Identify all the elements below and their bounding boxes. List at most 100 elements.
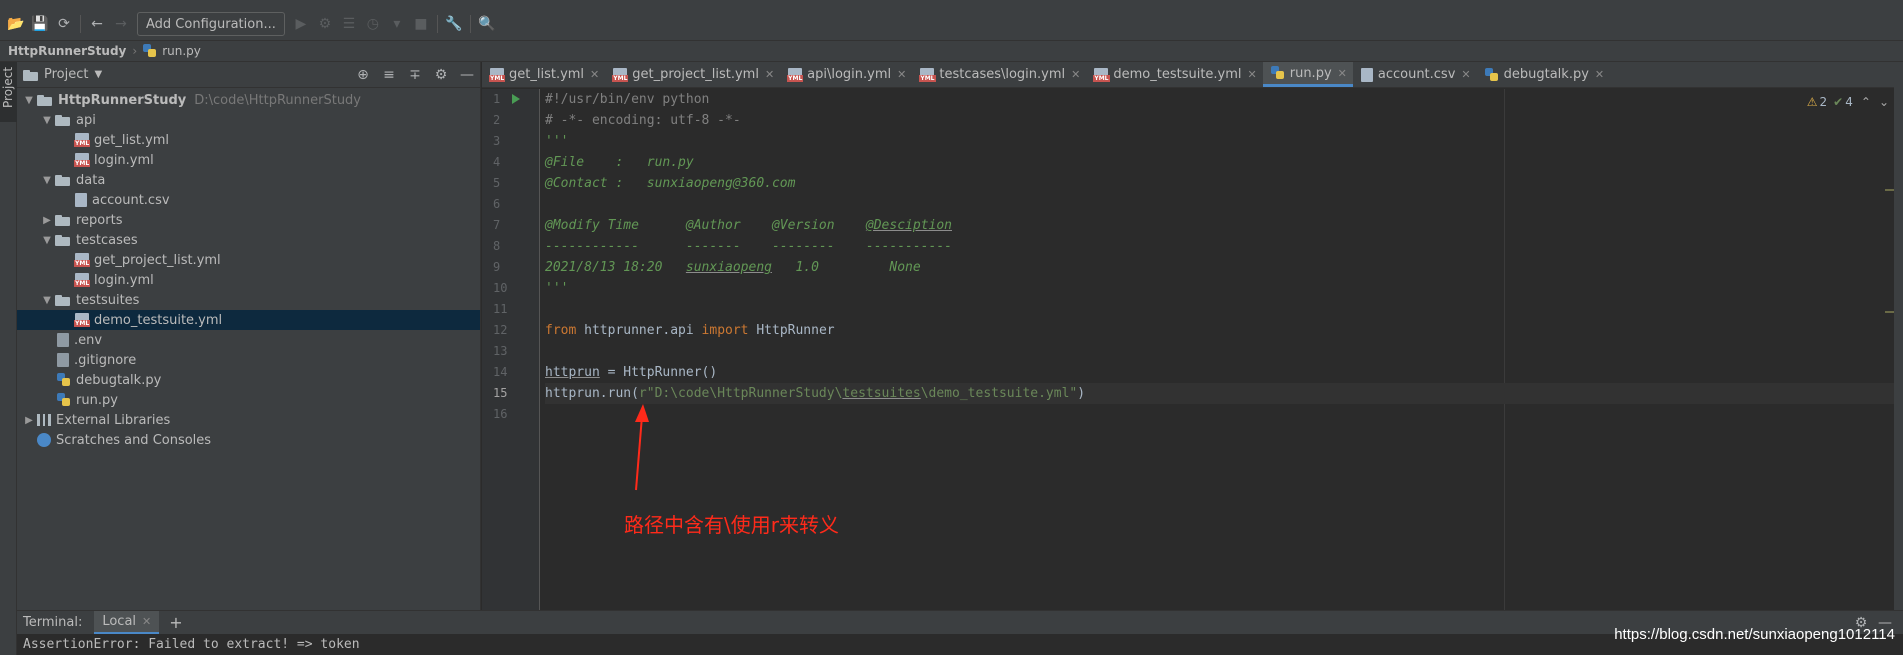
- tree-item-project-root[interactable]: ▼ HttpRunnerStudy D:\code\HttpRunnerStud…: [17, 90, 480, 110]
- yaml-file-icon: [74, 313, 91, 327]
- tree-item-folder[interactable]: ▼ api: [17, 110, 480, 130]
- line-number: 16: [493, 407, 508, 421]
- tree-item-file[interactable]: debugtalk.py: [17, 370, 480, 390]
- back-icon[interactable]: ←: [85, 12, 109, 36]
- tab-api-login-yml[interactable]: api\login.yml ✕: [780, 62, 912, 87]
- code-token: @Modify Time @Author @Version: [545, 218, 866, 233]
- collapse-all-icon[interactable]: ∓: [402, 63, 428, 87]
- open-folder-icon[interactable]: 📂: [4, 12, 28, 36]
- close-icon[interactable]: ✕: [897, 68, 906, 81]
- close-icon[interactable]: ✕: [590, 68, 599, 81]
- tab-testcases-login-yml[interactable]: testcases\login.yml ✕: [912, 62, 1086, 87]
- code-token: httprun.run(: [545, 386, 639, 401]
- debug-icon[interactable]: ⚙: [313, 12, 337, 36]
- close-icon[interactable]: ✕: [1595, 68, 1604, 81]
- more-run-options-icon[interactable]: ▾: [385, 12, 409, 36]
- tab-get-project-list-yml[interactable]: get_project_list.yml ✕: [605, 62, 780, 87]
- terminal-tab-local[interactable]: Local ✕: [94, 610, 160, 635]
- tree-item-label: testcases: [76, 232, 138, 248]
- sync-icon[interactable]: ⟳: [52, 12, 76, 36]
- code-line: ''': [545, 281, 569, 296]
- chevron-right-icon[interactable]: ▶: [21, 415, 37, 426]
- chevron-down-icon[interactable]: ▼: [39, 175, 55, 186]
- close-icon[interactable]: ✕: [1248, 68, 1257, 81]
- annotation-text: 路径中含有\使用r来转义: [624, 513, 839, 537]
- stop-icon[interactable]: ■: [409, 12, 433, 36]
- tab-run-py[interactable]: run.py ✕: [1262, 62, 1353, 87]
- close-icon[interactable]: ✕: [1338, 67, 1347, 80]
- tree-item-external-libraries[interactable]: ▶ External Libraries: [17, 410, 480, 430]
- tree-item-file[interactable]: .gitignore: [17, 350, 480, 370]
- tree-item-label: api: [76, 112, 96, 128]
- tree-item-folder[interactable]: ▼ testcases: [17, 230, 480, 250]
- profile-icon[interactable]: ◷: [361, 12, 385, 36]
- tree-item-file[interactable]: run.py: [17, 390, 480, 410]
- weak-warning-count: 4: [1845, 95, 1853, 109]
- tree-item-file-selected[interactable]: demo_testsuite.yml: [17, 310, 480, 330]
- close-icon[interactable]: ✕: [1071, 68, 1080, 81]
- project-tool-tab[interactable]: Project: [0, 62, 17, 122]
- tree-item-file[interactable]: login.yml: [17, 270, 480, 290]
- line-number: 9: [493, 260, 501, 274]
- line-number: 7: [493, 218, 501, 232]
- left-tool-strip: Project: [0, 62, 17, 655]
- gear-icon[interactable]: ⚙: [428, 63, 454, 87]
- tree-item-file[interactable]: get_project_list.yml: [17, 250, 480, 270]
- breadcrumb-file[interactable]: run.py: [162, 44, 201, 58]
- project-view-selector[interactable]: Project ▼: [23, 67, 102, 82]
- tree-item-label: testsuites: [76, 292, 140, 308]
- save-icon[interactable]: 💾: [28, 12, 52, 36]
- add-terminal-icon[interactable]: +: [169, 613, 182, 632]
- python-file-icon: [1270, 66, 1285, 80]
- folder-icon: [55, 214, 71, 226]
- search-icon[interactable]: 🔍: [475, 12, 499, 36]
- yaml-file-icon: [1093, 67, 1110, 82]
- tab-account-csv[interactable]: account.csv ✕: [1353, 62, 1477, 87]
- locate-file-icon[interactable]: ⊕: [350, 63, 376, 87]
- folder-icon: [55, 234, 71, 246]
- chevron-down-icon[interactable]: ▼: [21, 95, 37, 106]
- tree-item-folder[interactable]: ▼ testsuites: [17, 290, 480, 310]
- chevron-right-icon[interactable]: ▶: [39, 215, 55, 226]
- tree-item-folder[interactable]: ▼ data: [17, 170, 480, 190]
- tree-item-scratches[interactable]: Scratches and Consoles: [17, 430, 480, 450]
- breadcrumb-project[interactable]: HttpRunnerStudy: [8, 44, 126, 58]
- tab-get-list-yml[interactable]: get_list.yml ✕: [482, 62, 605, 87]
- chevron-up-icon[interactable]: ⌃: [1861, 95, 1871, 109]
- chevron-down-icon[interactable]: ▼: [39, 115, 55, 126]
- tree-item-file[interactable]: login.yml: [17, 150, 480, 170]
- settings-wrench-icon[interactable]: 🔧: [442, 12, 466, 36]
- code-line: 2021/8/13 18:20 sunxiaopeng 1.0 None: [545, 257, 1895, 278]
- text-file-icon: [57, 353, 69, 367]
- code-token: \demo_testsuite.yml": [920, 386, 1078, 401]
- run-gutter-icon[interactable]: [512, 94, 520, 104]
- run-icon[interactable]: ▶: [289, 12, 313, 36]
- close-icon[interactable]: ✕: [765, 68, 774, 81]
- tab-debugtalk-py[interactable]: debugtalk.py ✕: [1477, 62, 1611, 87]
- forward-icon[interactable]: →: [109, 12, 133, 36]
- expand-all-icon[interactable]: ≡: [376, 63, 402, 87]
- text-file-icon: [57, 333, 69, 347]
- toolbar-divider: [436, 15, 438, 33]
- chevron-down-icon[interactable]: ⌄: [1879, 95, 1889, 109]
- add-configuration-button[interactable]: Add Configuration...: [137, 12, 285, 36]
- close-icon[interactable]: ✕: [142, 615, 151, 628]
- code-line: @File : run.py: [545, 155, 694, 170]
- tree-item-file[interactable]: .env: [17, 330, 480, 350]
- library-icon: [37, 414, 51, 426]
- tab-label: debugtalk.py: [1503, 67, 1589, 82]
- inspection-widget[interactable]: ⚠ 2 ✔ 4 ⌃ ⌄: [1807, 95, 1889, 109]
- close-icon[interactable]: ✕: [1461, 68, 1470, 81]
- folder-icon: [55, 114, 71, 126]
- tree-item-folder[interactable]: ▶ reports: [17, 210, 480, 230]
- chevron-down-icon[interactable]: ▼: [39, 235, 55, 246]
- chevron-down-icon[interactable]: ▼: [39, 295, 55, 306]
- tab-demo-testsuite-yml[interactable]: demo_testsuite.yml ✕: [1086, 62, 1262, 87]
- line-number: 3: [493, 134, 501, 148]
- tree-item-file[interactable]: get_list.yml: [17, 130, 480, 150]
- yaml-file-icon: [612, 67, 629, 82]
- hide-panel-icon[interactable]: —: [454, 63, 480, 87]
- tree-item-file[interactable]: account.csv: [17, 190, 480, 210]
- coverage-icon[interactable]: ☰: [337, 12, 361, 36]
